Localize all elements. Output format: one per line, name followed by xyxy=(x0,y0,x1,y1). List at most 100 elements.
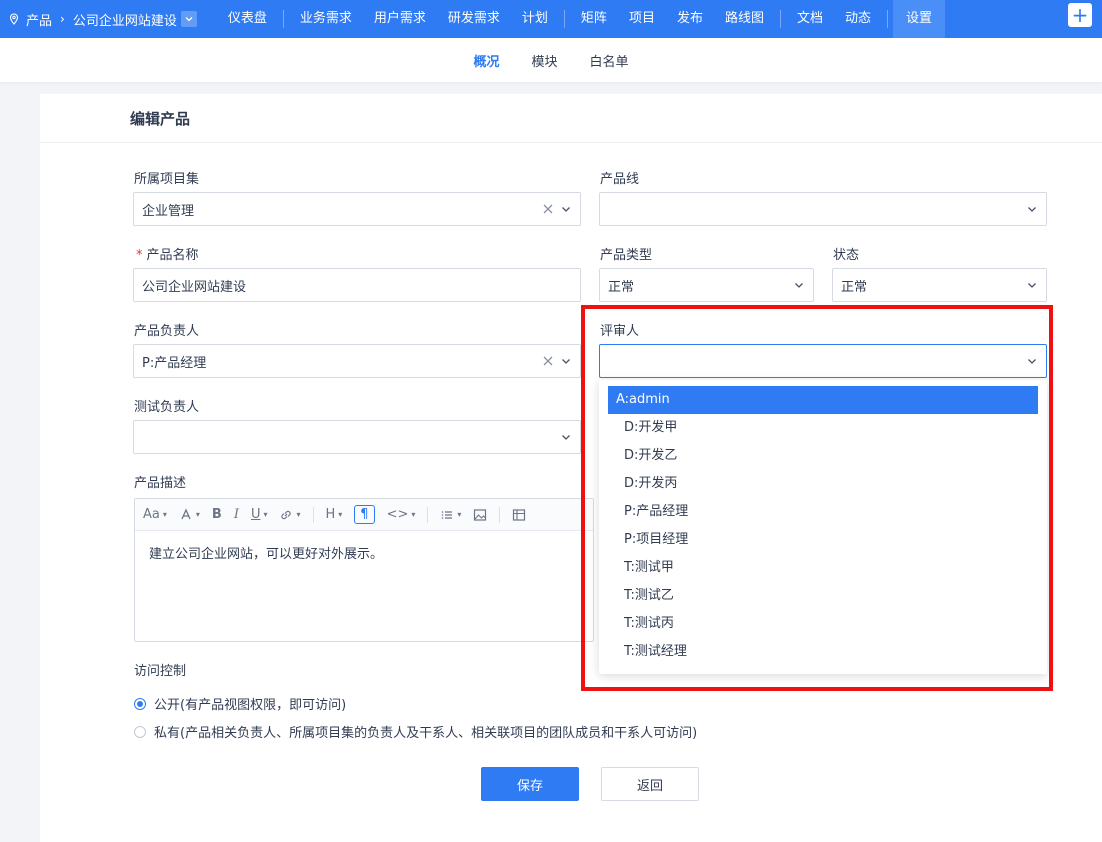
nav-dev-req[interactable]: 研发需求 xyxy=(437,0,511,38)
heading-button[interactable]: H ▾ xyxy=(326,507,343,522)
top-navbar: 产品 › 公司企业网站建设 仪表盘 业务需求 用户需求 研发需求 计划 矩阵 项… xyxy=(0,0,1102,38)
table-button[interactable] xyxy=(512,508,526,522)
name-label: * 产品名称 xyxy=(136,244,199,263)
page-title: 编辑产品 xyxy=(130,110,191,128)
nav-user-req[interactable]: 用户需求 xyxy=(363,0,437,38)
owner-select[interactable]: P:产品经理 xyxy=(133,344,581,378)
description-editor[interactable]: Aa ▾ ▾ B I U ▾ ▾ H ▾ ¶ <> ▾ ▾ 建立公司企业网站，可… xyxy=(134,498,594,642)
chevron-down-icon: ▾ xyxy=(296,510,301,519)
radio-checked[interactable] xyxy=(134,697,146,710)
breadcrumb-product[interactable]: 公司企业网站建设 xyxy=(73,10,177,29)
nav-release[interactable]: 发布 xyxy=(666,0,714,38)
acl-option-private-label: 私有(产品相关负责人、所属项目集的负责人及干系人、相关联项目的团队成员和干系人可… xyxy=(154,726,698,741)
nav-project[interactable]: 项目 xyxy=(618,0,666,38)
location-pin-icon xyxy=(9,13,19,25)
qa-select[interactable] xyxy=(133,420,581,454)
dropdown-option[interactable]: T:测试丙 xyxy=(608,610,1038,638)
create-plus-button[interactable]: + xyxy=(1068,3,1092,27)
reviewer-label: 评审人 xyxy=(600,324,640,339)
nav-divider xyxy=(282,10,284,28)
program-select[interactable]: 企业管理 xyxy=(133,192,581,226)
qa-label: 测试负责人 xyxy=(134,400,200,415)
font-size-button[interactable]: Aa ▾ xyxy=(143,507,167,522)
link-icon xyxy=(281,510,292,519)
tab-whitelist[interactable]: 白名单 xyxy=(590,51,629,70)
dropdown-option[interactable]: P:产品经理 xyxy=(608,498,1038,526)
desc-label: 产品描述 xyxy=(134,476,187,491)
chevron-down-icon: ▾ xyxy=(411,510,416,519)
bold-button[interactable]: B xyxy=(212,507,222,522)
paint-icon xyxy=(181,507,191,519)
line-label: 产品线 xyxy=(600,172,640,187)
chevron-down-icon xyxy=(795,283,803,288)
tab-overview[interactable]: 概况 xyxy=(473,51,499,70)
list-icon xyxy=(442,510,453,519)
nav-doc[interactable]: 文档 xyxy=(786,0,834,38)
nav-dashboard[interactable]: 仪表盘 xyxy=(217,0,278,38)
name-label-text: 产品名称 xyxy=(146,248,199,263)
nav-divider xyxy=(779,10,781,28)
dropdown-option[interactable]: A:admin xyxy=(608,386,1038,414)
breadcrumb: 产品 › 公司企业网站建设 xyxy=(0,0,197,38)
status-value: 正常 xyxy=(841,279,868,295)
underline-button[interactable]: U ▾ xyxy=(251,507,268,522)
line-select[interactable] xyxy=(599,192,1047,226)
dropdown-option[interactable]: D:开发丙 xyxy=(608,470,1038,498)
dropdown-option[interactable]: D:开发乙 xyxy=(608,442,1038,470)
save-button[interactable]: 保存 xyxy=(481,767,579,801)
list-button[interactable]: ▾ xyxy=(440,508,461,522)
breadcrumb-root[interactable]: 产品 xyxy=(26,10,52,29)
reviewer-select[interactable] xyxy=(599,344,1047,378)
acl-option-public[interactable]: 公开(有产品视图权限，即可访问) xyxy=(134,694,346,713)
nav-plan[interactable]: 计划 xyxy=(511,0,559,38)
table-icon xyxy=(513,508,526,521)
clear-icon[interactable] xyxy=(542,203,554,215)
nav-settings[interactable]: 设置 xyxy=(893,0,946,38)
reviewer-dropdown-menu: A:admin D:开发甲 D:开发乙 D:开发丙 P:产品经理 P:项目经理 … xyxy=(599,380,1047,674)
chevron-down-icon xyxy=(1028,207,1036,212)
chevron-down-icon xyxy=(562,435,570,440)
owner-label: 产品负责人 xyxy=(134,324,200,339)
dropdown-option[interactable]: T:测试甲 xyxy=(608,554,1038,582)
name-value: 公司企业网站建设 xyxy=(142,279,247,295)
chevron-down-icon: ▾ xyxy=(457,510,462,519)
nav-dynamic[interactable]: 动态 xyxy=(834,0,882,38)
toolbar-divider xyxy=(312,506,314,523)
acl-label: 访问控制 xyxy=(134,664,187,679)
dropdown-option[interactable]: P:项目经理 xyxy=(608,526,1038,554)
clear-icon[interactable] xyxy=(542,355,554,367)
heading-icon: H xyxy=(325,507,336,522)
nav-business-req[interactable]: 业务需求 xyxy=(289,0,363,38)
type-label: 产品类型 xyxy=(600,248,653,263)
italic-button[interactable]: I xyxy=(234,507,239,522)
editor-content[interactable]: 建立公司企业网站，可以更好对外展示。 xyxy=(135,531,593,574)
chevron-down-icon xyxy=(562,359,570,364)
nav-matrix[interactable]: 矩阵 xyxy=(570,0,618,38)
name-input[interactable]: 公司企业网站建设 xyxy=(133,268,581,302)
back-button[interactable]: 返回 xyxy=(601,767,699,801)
product-switch-dropdown[interactable] xyxy=(180,11,197,27)
plus-icon: + xyxy=(1071,3,1089,27)
image-button[interactable] xyxy=(473,508,487,522)
type-select[interactable]: 正常 xyxy=(599,268,814,302)
link-button[interactable]: ▾ xyxy=(279,508,301,522)
type-value: 正常 xyxy=(608,279,635,295)
acl-option-public-label: 公开(有产品视图权限，即可访问) xyxy=(154,698,347,713)
dropdown-option[interactable]: D:开发甲 xyxy=(608,414,1038,442)
nav-roadmap[interactable]: 路线图 xyxy=(714,0,775,38)
chevron-down-icon xyxy=(185,17,193,22)
tab-module[interactable]: 模块 xyxy=(531,51,557,70)
radio-unchecked[interactable] xyxy=(134,725,146,738)
text-color-button[interactable]: ▾ xyxy=(179,507,200,522)
code-button[interactable]: <> ▾ xyxy=(387,507,416,522)
font-size-icon: Aa xyxy=(143,507,160,522)
chevron-down-icon xyxy=(1028,359,1036,364)
dropdown-option[interactable]: T:测试经理 xyxy=(608,638,1038,666)
chevron-down-icon xyxy=(1028,283,1036,288)
main-nav: 仪表盘 业务需求 用户需求 研发需求 计划 矩阵 项目 发布 路线图 文档 动态… xyxy=(217,0,946,38)
chevron-right-icon: › xyxy=(60,12,65,26)
dropdown-option[interactable]: T:测试乙 xyxy=(608,582,1038,610)
status-select[interactable]: 正常 xyxy=(832,268,1047,302)
acl-option-private[interactable]: 私有(产品相关负责人、所属项目集的负责人及干系人、相关联项目的团队成员和干系人可… xyxy=(134,722,697,741)
paragraph-button[interactable]: ¶ xyxy=(354,505,375,524)
